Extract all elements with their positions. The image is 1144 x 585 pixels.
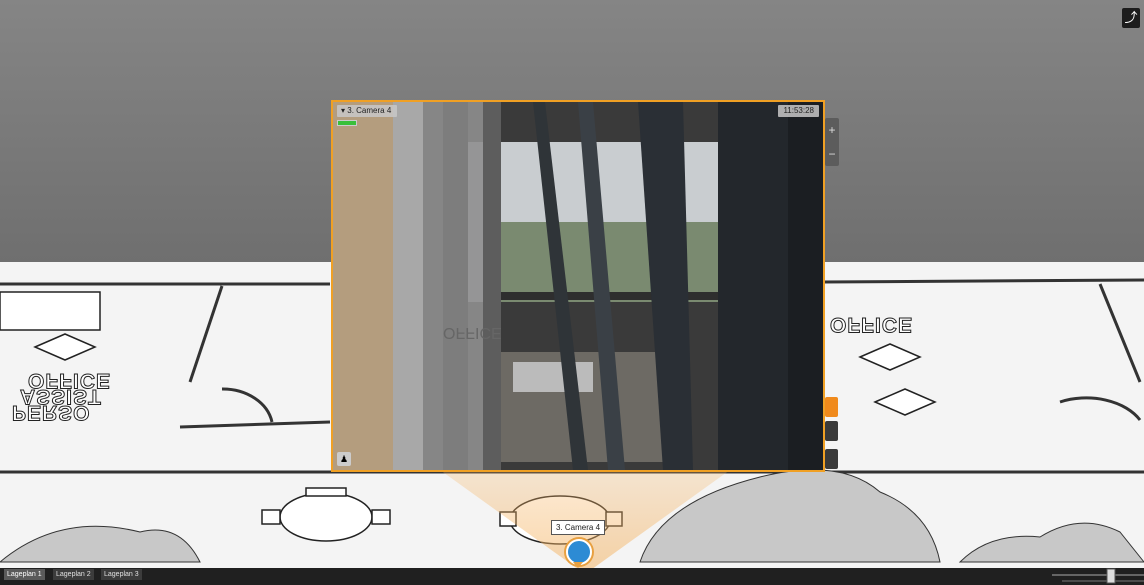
camera-settings-icon: ♟	[339, 454, 349, 464]
label-office-right: OFFICE	[830, 313, 914, 337]
archive-button[interactable]	[825, 421, 838, 441]
camera-marker-label: 3. Camera 4	[551, 520, 606, 535]
label-perso: PERSO	[12, 401, 92, 425]
timeline-scrubber[interactable]	[1052, 567, 1144, 585]
exit-button[interactable]: ⤴	[1122, 8, 1140, 28]
tab-lageplan-1[interactable]: Lageplan 1	[4, 569, 45, 580]
search-button[interactable]	[825, 449, 838, 469]
exit-icon: ⤴	[1124, 10, 1138, 25]
tab-lageplan-3[interactable]: Lageplan 3	[101, 569, 142, 580]
zoom-in-button[interactable]: +	[825, 118, 839, 142]
zoom-control: + −	[825, 118, 839, 166]
label-office-video1: OFFICE	[443, 324, 502, 341]
signal-indicator	[337, 120, 357, 126]
camera-time: 11:53:28	[778, 105, 819, 117]
tab-lageplan-2[interactable]: Lageplan 2	[53, 569, 94, 580]
zoom-out-button[interactable]: −	[825, 142, 839, 166]
camera-viewer[interactable]: OFFICE ▾ 3. Camera 4 11:53:28 ♟	[331, 100, 825, 472]
alarm-button[interactable]	[825, 397, 838, 417]
bottom-bar	[0, 568, 1144, 585]
camera-title[interactable]: ▾ 3. Camera 4	[337, 105, 398, 117]
camera-settings-button[interactable]: ♟	[337, 452, 351, 466]
video-frame: OFFICE	[333, 102, 823, 470]
camera-title-text: 3. Camera 4	[347, 106, 392, 115]
